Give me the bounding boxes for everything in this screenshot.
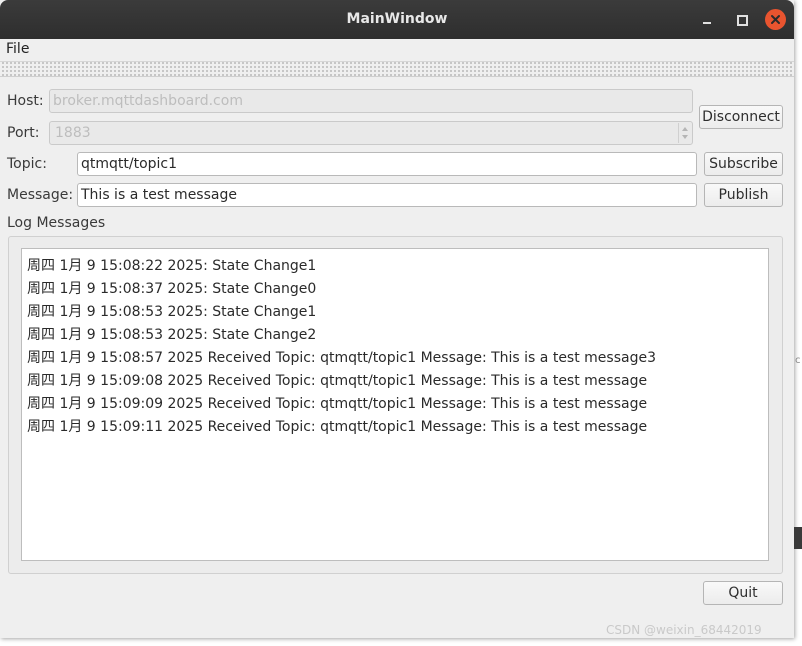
window-title: MainWindow <box>346 11 448 27</box>
publish-button[interactable]: Publish <box>704 183 783 207</box>
quit-button[interactable]: Quit <box>703 581 783 605</box>
port-value: 1883 <box>55 125 91 141</box>
host-label: Host: <box>7 93 44 109</box>
log-line: 周四 1月 9 15:08:53 2025: State Change2 <box>27 327 317 343</box>
title-bar[interactable]: MainWindow <box>0 0 794 39</box>
main-window: MainWindow File Host: broker.mqttdashboa… <box>0 0 794 638</box>
background-edge-panel <box>794 527 802 549</box>
message-input[interactable]: This is a test message <box>77 183 697 207</box>
message-label: Message: <box>7 187 74 203</box>
subscribe-button[interactable]: Subscribe <box>704 152 783 176</box>
minimize-icon[interactable] <box>697 10 717 30</box>
log-line: 周四 1月 9 15:09:11 2025 Received Topic: qt… <box>27 419 648 435</box>
port-spinbox[interactable]: 1883 <box>49 121 693 145</box>
toolbar-handle[interactable] <box>0 61 794 77</box>
maximize-icon[interactable] <box>732 10 752 30</box>
log-messages-area[interactable]: 周四 1月 9 15:08:22 2025: State Change1 周四 … <box>21 248 769 561</box>
topic-input[interactable]: qtmqtt/topic1 <box>77 152 697 176</box>
menu-file[interactable]: File <box>6 41 29 57</box>
disconnect-button[interactable]: Disconnect <box>699 105 783 129</box>
log-line: 周四 1月 9 15:08:22 2025: State Change1 <box>27 258 317 274</box>
watermark: CSDN @weixin_68442019 <box>606 623 762 637</box>
background-edge-text: c <box>795 355 801 366</box>
host-input[interactable]: broker.mqttdashboard.com <box>49 89 693 113</box>
log-line: 周四 1月 9 15:09:09 2025 Received Topic: qt… <box>27 396 648 412</box>
log-line: 周四 1月 9 15:09:08 2025 Received Topic: qt… <box>27 373 648 389</box>
close-icon[interactable] <box>765 9 786 30</box>
log-line: 周四 1月 9 15:08:37 2025: State Change0 <box>27 281 317 297</box>
spin-arrows-icon[interactable] <box>678 123 691 143</box>
log-line: 周四 1月 9 15:08:53 2025: State Change1 <box>27 304 317 320</box>
log-group-title: Log Messages <box>7 215 106 231</box>
log-line: 周四 1月 9 15:08:57 2025 Received Topic: qt… <box>27 350 656 366</box>
port-label: Port: <box>7 125 40 141</box>
menu-bar: File <box>0 39 794 61</box>
topic-label: Topic: <box>7 156 47 172</box>
